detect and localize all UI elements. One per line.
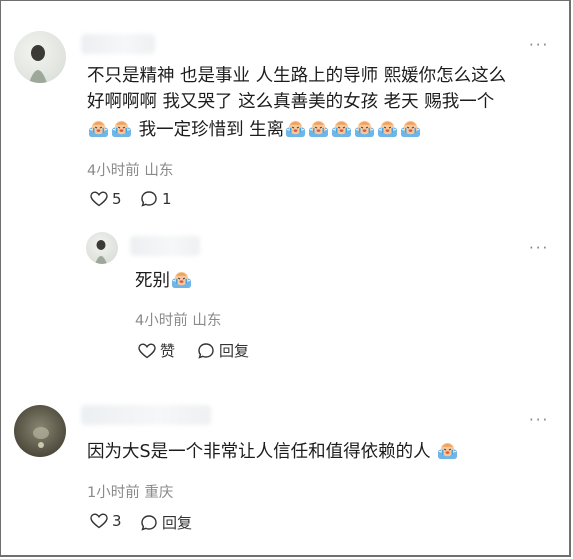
comment-text: 因为大S是一个非常让人信任和值得依赖的人 [87, 442, 431, 462]
comment-text-line: 因为大S是一个非常让人信任和值得依赖的人 [87, 439, 459, 465]
like-button[interactable]: 3 [90, 512, 122, 530]
reply-button[interactable]: 回复 [140, 512, 192, 533]
more-dots-icon[interactable]: ··· [529, 38, 549, 53]
avatar[interactable] [14, 31, 66, 83]
like-button[interactable]: 赞 [138, 340, 175, 361]
avatar[interactable] [86, 232, 118, 264]
comment-bubble-icon [198, 342, 214, 359]
avatar-figure [29, 45, 47, 83]
crying-emoji-icon [111, 119, 132, 138]
username-blurred[interactable] [81, 405, 211, 425]
comment-meta: 4小时前 山东 [87, 159, 173, 180]
like-count: 5 [112, 190, 122, 208]
crying-emoji-icon [308, 119, 329, 138]
reply-label: 回复 [162, 514, 193, 532]
comment-text-line: 好啊啊啊 我又哭了 这么真善美的女孩 老天 赐我一个 [87, 92, 495, 112]
location: 山东 [192, 313, 222, 329]
comment-text: 死别 [135, 271, 170, 291]
avatar-figure [95, 240, 107, 264]
comment-text-line: 我一定珍惜到 生离 [87, 117, 422, 143]
crying-emoji-icon [400, 119, 421, 138]
reply-button[interactable]: 回复 [197, 340, 249, 361]
crying-emoji-icon [171, 270, 192, 289]
comment-bubble-icon [141, 191, 157, 207]
comment-text: 我一定珍惜到 生离 [138, 120, 285, 140]
comment-text-line: 死别 [135, 268, 193, 294]
username-blurred[interactable] [130, 236, 200, 256]
comment-meta: 1小时前 重庆 [87, 481, 173, 502]
reply-count: 1 [162, 190, 172, 208]
like-button[interactable]: 5 [90, 190, 122, 208]
like-label: 赞 [160, 342, 176, 360]
avatar-figure [33, 427, 49, 448]
location: 山东 [144, 163, 174, 179]
avatar[interactable] [14, 405, 66, 457]
crying-emoji-icon [285, 119, 306, 138]
reply-button[interactable]: 1 [140, 190, 172, 208]
more-dots-icon[interactable]: ··· [529, 413, 549, 428]
location: 重庆 [144, 485, 174, 501]
heart-icon [138, 342, 156, 358]
crying-emoji-icon [331, 119, 352, 138]
heart-icon [90, 513, 108, 529]
crying-emoji-icon [377, 119, 398, 138]
comment-bubble-icon [141, 514, 157, 531]
like-count: 3 [112, 512, 122, 530]
crying-emoji-icon [88, 119, 109, 138]
more-dots-icon[interactable]: ··· [529, 241, 549, 256]
timestamp: 4小时前 [135, 313, 188, 329]
timestamp: 1小时前 [87, 485, 140, 501]
comment-text-line: 不只是精神 也是事业 人生路上的导师 熙媛你怎么这么 [87, 66, 507, 86]
reply-label: 回复 [219, 342, 250, 360]
timestamp: 4小时前 [87, 163, 140, 179]
crying-emoji-icon [437, 441, 458, 460]
comment-meta: 4小时前 山东 [135, 309, 221, 330]
username-blurred[interactable] [81, 34, 155, 54]
heart-icon [90, 191, 108, 207]
crying-emoji-icon [354, 119, 375, 138]
